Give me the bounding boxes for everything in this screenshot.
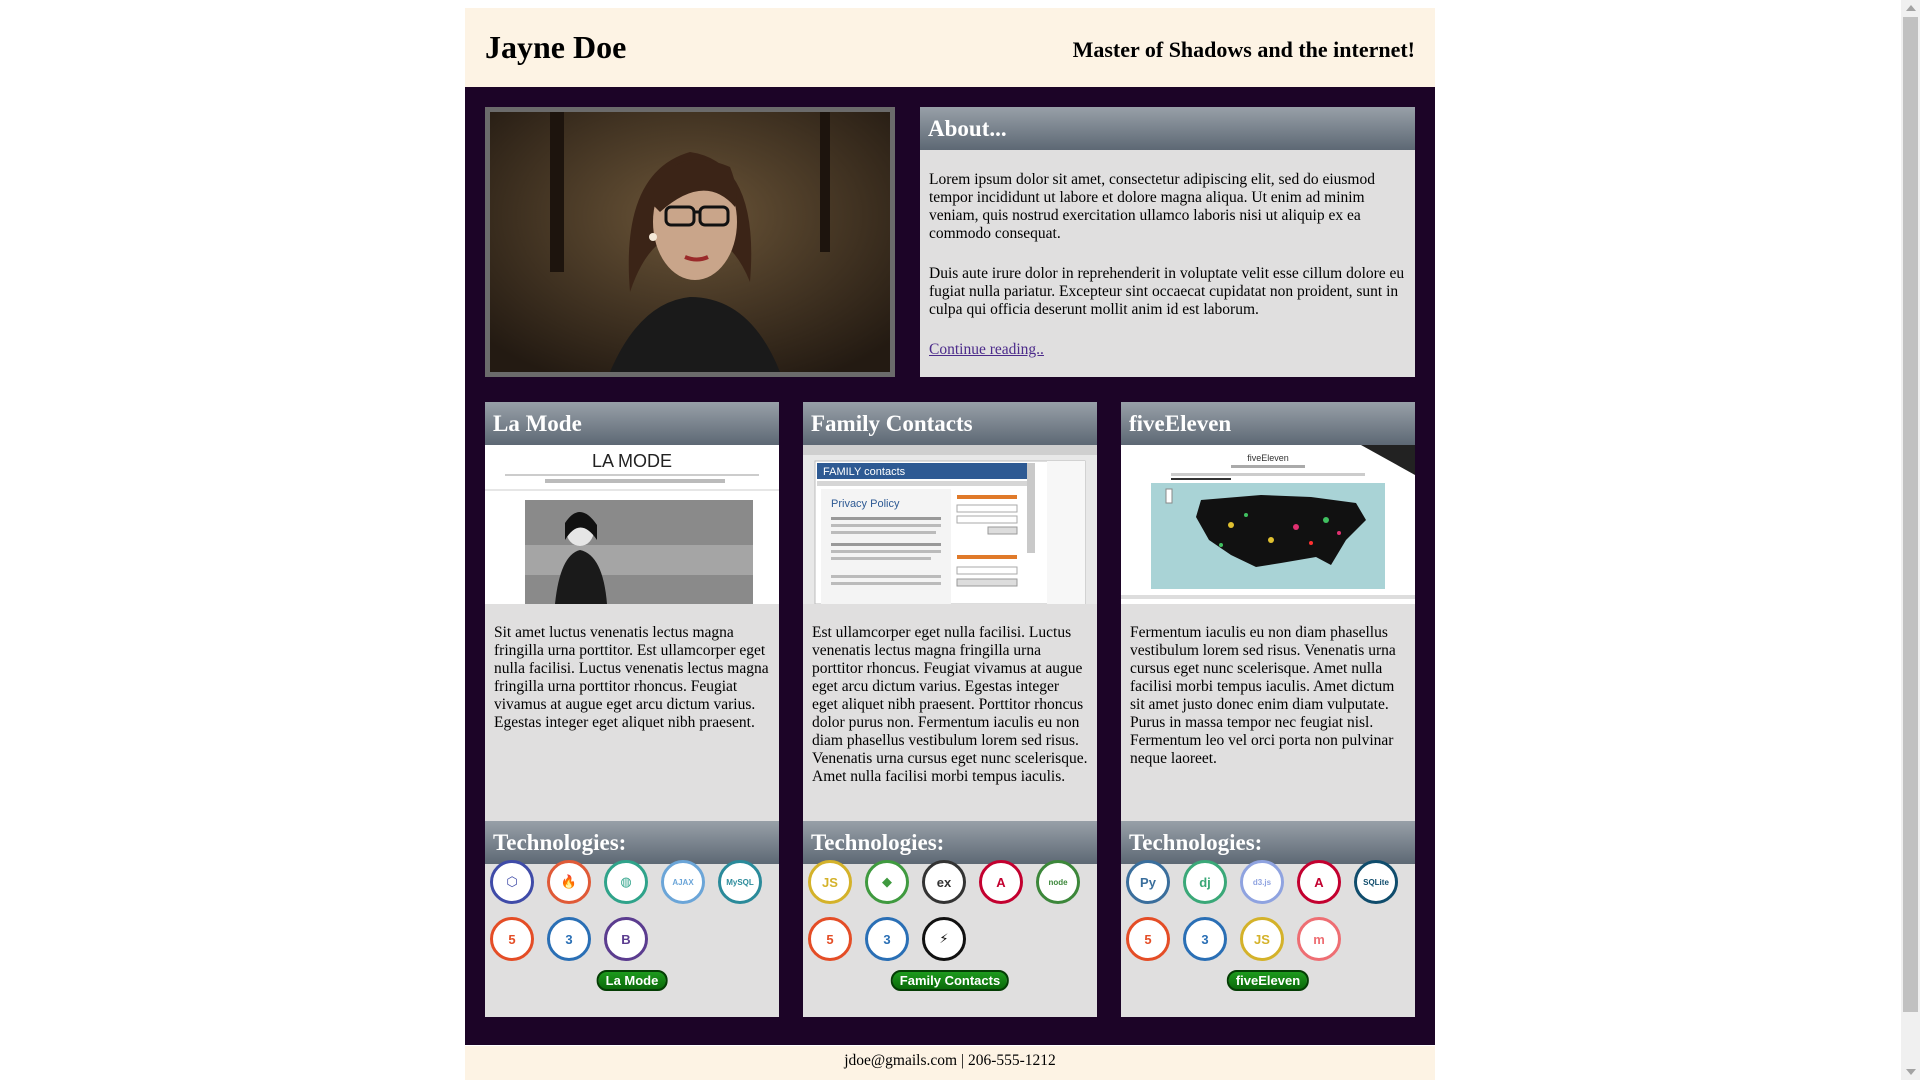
- html5-icon: 5: [490, 917, 534, 961]
- project-title: La Mode: [485, 402, 779, 445]
- screenshot-logo-text: FAMILY contacts: [823, 466, 906, 478]
- codeigniter-icon: 🔥: [547, 860, 591, 904]
- profile-photo: [485, 107, 895, 377]
- sqlite-icon: SQLite: [1354, 860, 1398, 904]
- project-description: Fermentum iaculis eu non diam phasellus …: [1130, 624, 1396, 767]
- css3-icon: 3: [547, 917, 591, 961]
- footer-phone: 206-555-1212: [967, 1052, 1056, 1069]
- tagline: Master of Shadows and the internet!: [1072, 36, 1415, 62]
- continue-reading-link[interactable]: Continue reading..: [929, 341, 1044, 358]
- family-contacts-screenshot-illustration: FAMILY contacts Privacy Policy: [803, 445, 1097, 604]
- html5-icon: 5: [1126, 917, 1170, 961]
- mongodb-icon: ◆: [865, 860, 909, 904]
- angular-icon: A: [979, 860, 1023, 904]
- screenshot-logo-text: fiveEleven: [1247, 453, 1289, 463]
- project-button[interactable]: fiveEleven: [1226, 970, 1310, 991]
- project-card-family-contacts: Family Contacts FAMILY contacts Privacy …: [803, 402, 1097, 1017]
- la-mode-screenshot-illustration: LA MODE: [485, 445, 779, 604]
- project-screenshot[interactable]: fiveEleven: [1121, 445, 1415, 604]
- javascript-icon: JS: [1240, 917, 1284, 961]
- project-screenshot[interactable]: FAMILY contacts Privacy Policy: [803, 445, 1097, 604]
- site-footer: jdoe@gmails.com | 206-555-1212: [465, 1046, 1435, 1080]
- css3-icon: 3: [865, 917, 909, 961]
- project-title: fiveEleven: [1121, 402, 1415, 445]
- css3-icon: 3: [1183, 917, 1227, 961]
- scrollbar-thumb[interactable]: [1903, 17, 1918, 1012]
- technologies-heading: Technologies:: [1121, 821, 1415, 864]
- project-screenshot[interactable]: LA MODE: [485, 445, 779, 604]
- socketio-icon: ⚡: [922, 917, 966, 961]
- jquery-icon: ◍: [604, 860, 648, 904]
- php-icon: ⬡: [490, 860, 534, 904]
- footer-email[interactable]: jdoe@gmails.com: [844, 1052, 957, 1069]
- scroll-up-arrow-icon[interactable]: [1906, 5, 1916, 11]
- django-icon: dj: [1183, 860, 1227, 904]
- project-button[interactable]: Family Contacts: [890, 970, 1010, 991]
- technologies-heading: Technologies:: [485, 821, 779, 864]
- about-title: About...: [920, 107, 1415, 150]
- main-content: About... Lorem ipsum dolor sit amet, con…: [465, 87, 1435, 1045]
- fiveeleven-screenshot-illustration: fiveEleven: [1121, 445, 1415, 604]
- express-icon: ex: [922, 860, 966, 904]
- about-paragraph-1: Lorem ipsum dolor sit amet, consectetur …: [929, 171, 1375, 242]
- intro-row: About... Lorem ipsum dolor sit amet, con…: [485, 107, 1415, 377]
- screenshot-heading: Privacy Policy: [831, 498, 900, 510]
- angular-icon: A: [1297, 860, 1341, 904]
- scroll-down-arrow-icon[interactable]: [1906, 1069, 1916, 1075]
- nodejs-icon: node: [1036, 860, 1080, 904]
- profile-photo-illustration: [490, 112, 890, 372]
- javascript-icon: JS: [808, 860, 852, 904]
- project-button[interactable]: La Mode: [596, 970, 668, 991]
- materialize-icon: m: [1297, 917, 1341, 961]
- project-card-fiveeleven: fiveEleven fiveEleven Fermentum iaculis …: [1121, 402, 1415, 1017]
- site-name: Jayne Doe: [485, 29, 627, 65]
- project-card-la-mode: La Mode LA MODE Sit amet luctus venenati…: [485, 402, 779, 1017]
- technology-icons: ⬡ 🔥 ◍ AJAX MySQL 5 3 B: [490, 860, 780, 974]
- bootstrap-icon: B: [604, 917, 648, 961]
- about-paragraph-2: Duis aute irure dolor in reprehenderit i…: [929, 265, 1405, 318]
- mysql-icon: MySQL: [718, 860, 762, 904]
- page-wrapper: Jayne Doe Master of Shadows and the inte…: [465, 8, 1435, 1045]
- project-description: Est ullamcorper eget nulla facilisi. Luc…: [812, 624, 1088, 785]
- projects-row: La Mode LA MODE Sit amet luctus venenati…: [485, 402, 1415, 1017]
- about-panel: About... Lorem ipsum dolor sit amet, con…: [920, 107, 1415, 377]
- about-body: Lorem ipsum dolor sit amet, consectetur …: [920, 150, 1415, 359]
- technology-icons: Py dj d3.js A SQLite 5 3 JS m: [1126, 860, 1416, 974]
- technologies-heading: Technologies:: [803, 821, 1097, 864]
- vertical-scrollbar[interactable]: [1901, 0, 1920, 1080]
- html5-icon: 5: [808, 917, 852, 961]
- screenshot-logo-text: LA MODE: [592, 451, 672, 471]
- site-header: Jayne Doe Master of Shadows and the inte…: [465, 8, 1435, 87]
- d3js-icon: d3.js: [1240, 860, 1284, 904]
- project-description: Sit amet luctus venenatis lectus magna f…: [494, 624, 769, 731]
- python-icon: Py: [1126, 860, 1170, 904]
- project-title: Family Contacts: [803, 402, 1097, 445]
- technology-icons: JS ◆ ex Anode 5 3 ⚡: [808, 860, 1098, 974]
- ajax-icon: AJAX: [661, 860, 705, 904]
- footer-separator: |: [957, 1052, 968, 1069]
